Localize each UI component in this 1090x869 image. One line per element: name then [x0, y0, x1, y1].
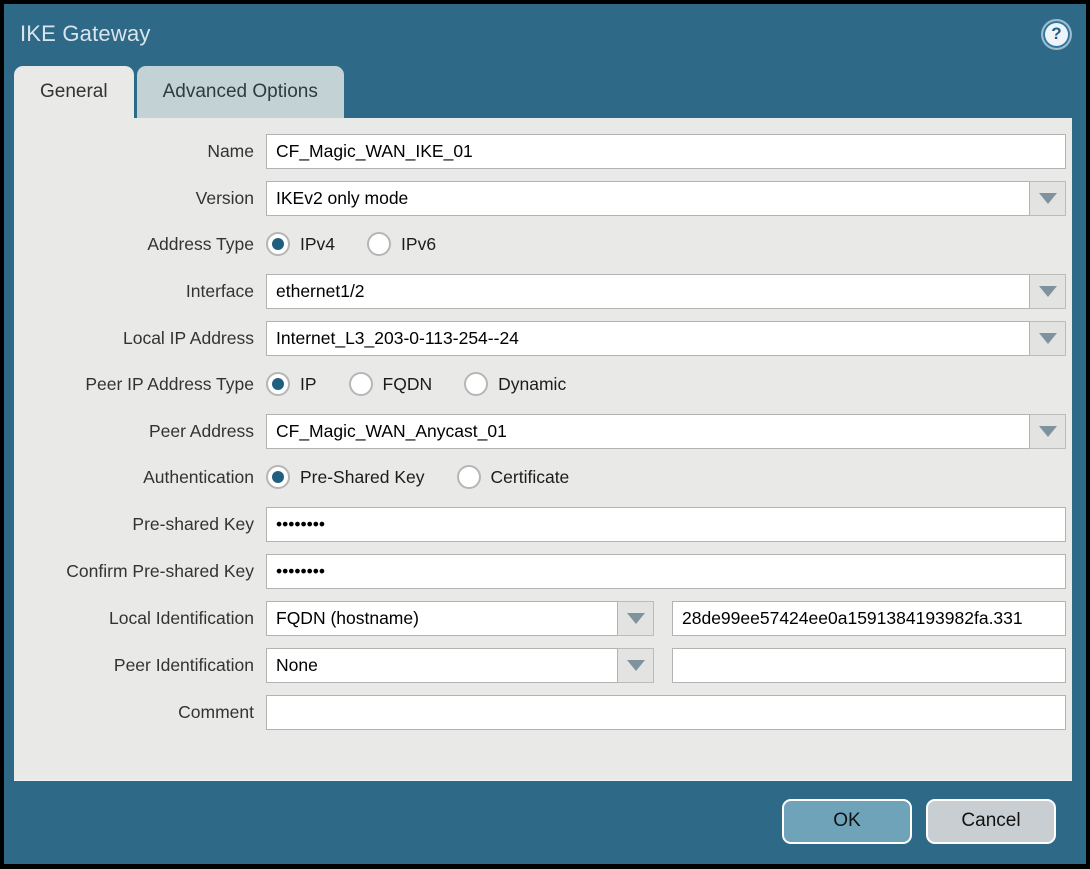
interface-row: Interface — [14, 274, 1072, 309]
peer-ip-address-type-label: Peer IP Address Type — [85, 373, 254, 394]
confirm-pre-shared-key-input[interactable] — [266, 554, 1066, 589]
radio-ipv4[interactable]: IPv4 — [266, 232, 335, 256]
peer-identification-value-input[interactable] — [672, 648, 1066, 683]
dialog-footer: OK Cancel — [4, 781, 1086, 861]
peer-identification-row: Peer Identification — [14, 648, 1072, 683]
radio-pre-shared-key-label: Pre-Shared Key — [300, 466, 425, 487]
peer-identification-dropdown-button[interactable] — [618, 648, 654, 683]
radio-fqdn-label: FQDN — [382, 373, 433, 394]
radio-dynamic-label: Dynamic — [498, 373, 567, 394]
address-type-label: Address Type — [147, 233, 254, 254]
local-identification-type-select[interactable] — [266, 601, 618, 636]
radio-button-icon[interactable] — [266, 232, 290, 256]
interface-dropdown-button[interactable] — [1030, 274, 1066, 309]
radio-ipv6-label: IPv6 — [401, 233, 437, 254]
dialog-title: IKE Gateway — [20, 21, 151, 46]
pre-shared-key-row: Pre-shared Key — [14, 507, 1072, 542]
ok-button[interactable]: OK — [782, 798, 912, 844]
local-ip-address-label: Local IP Address — [122, 328, 254, 348]
peer-identification-label: Peer Identification — [113, 655, 254, 675]
local-ip-address-select[interactable] — [266, 321, 1030, 356]
comment-row: Comment — [14, 695, 1072, 730]
ike-gateway-dialog: IKE Gateway ? General Advanced Options N… — [4, 4, 1086, 864]
radio-button-icon[interactable] — [348, 372, 373, 396]
peer-address-label: Peer Address — [148, 421, 254, 441]
chevron-down-icon — [1038, 426, 1057, 437]
local-ip-address-dropdown-button[interactable] — [1030, 321, 1066, 356]
radio-certificate-label: Certificate — [490, 466, 570, 487]
radio-dynamic[interactable]: Dynamic — [464, 372, 566, 396]
radio-ip-label: IP — [300, 373, 317, 394]
dialog-titlebar: IKE Gateway ? — [4, 4, 1086, 64]
comment-input[interactable] — [266, 695, 1066, 730]
version-row: Version — [14, 181, 1072, 216]
interface-label: Interface — [185, 281, 254, 301]
comment-label: Comment — [178, 702, 254, 722]
authentication-label: Authentication — [143, 466, 254, 487]
radio-certificate[interactable]: Certificate — [456, 465, 570, 489]
peer-address-row: Peer Address — [14, 414, 1072, 449]
tab-advanced-options[interactable]: Advanced Options — [136, 66, 344, 118]
peer-address-select[interactable] — [266, 414, 1030, 449]
peer-ip-address-type-row: Peer IP Address Type IP FQDN Dynamic — [14, 368, 1072, 402]
radio-button-icon[interactable] — [367, 232, 392, 256]
tab-bar: General Advanced Options — [4, 64, 1086, 118]
peer-address-dropdown-button[interactable] — [1030, 414, 1066, 449]
authentication-row: Authentication Pre-Shared Key Certificat… — [14, 461, 1072, 495]
peer-identification-type-select[interactable] — [266, 648, 618, 683]
version-select[interactable] — [266, 181, 1030, 216]
chevron-down-icon — [1038, 333, 1057, 344]
cancel-button[interactable]: Cancel — [926, 798, 1056, 844]
version-label: Version — [195, 188, 254, 208]
name-row: Name — [14, 134, 1072, 169]
radio-ipv6[interactable]: IPv6 — [367, 232, 436, 256]
name-label: Name — [207, 141, 254, 161]
confirm-pre-shared-key-row: Confirm Pre-shared Key — [14, 554, 1072, 589]
radio-ipv4-label: IPv4 — [300, 233, 336, 254]
local-identification-dropdown-button[interactable] — [618, 601, 654, 636]
chevron-down-icon — [1038, 286, 1057, 297]
radio-ip[interactable]: IP — [266, 372, 317, 396]
radio-fqdn[interactable]: FQDN — [348, 372, 433, 396]
radio-button-icon[interactable] — [266, 465, 290, 489]
local-identification-row: Local Identification — [14, 601, 1072, 636]
tab-general[interactable]: General — [14, 66, 134, 118]
pre-shared-key-input[interactable] — [266, 507, 1066, 542]
radio-button-icon[interactable] — [266, 372, 290, 396]
version-dropdown-button[interactable] — [1030, 181, 1066, 216]
chevron-down-icon — [1038, 193, 1057, 204]
address-type-row: Address Type IPv4 IPv6 — [14, 228, 1072, 262]
local-identification-value-input[interactable] — [672, 601, 1066, 636]
confirm-pre-shared-key-label: Confirm Pre-shared Key — [66, 561, 254, 581]
general-tab-panel: Name Version Address Type IPv4 — [14, 118, 1072, 781]
help-icon[interactable]: ? — [1043, 20, 1070, 48]
local-ip-address-row: Local IP Address — [14, 321, 1072, 356]
local-identification-label: Local Identification — [109, 608, 254, 628]
chevron-down-icon — [626, 660, 645, 671]
chevron-down-icon — [626, 613, 645, 624]
radio-button-icon[interactable] — [456, 465, 481, 489]
radio-pre-shared-key[interactable]: Pre-Shared Key — [266, 465, 425, 489]
radio-button-icon[interactable] — [464, 372, 489, 396]
pre-shared-key-label: Pre-shared Key — [132, 514, 254, 534]
name-input[interactable] — [266, 134, 1066, 169]
interface-select[interactable] — [266, 274, 1030, 309]
